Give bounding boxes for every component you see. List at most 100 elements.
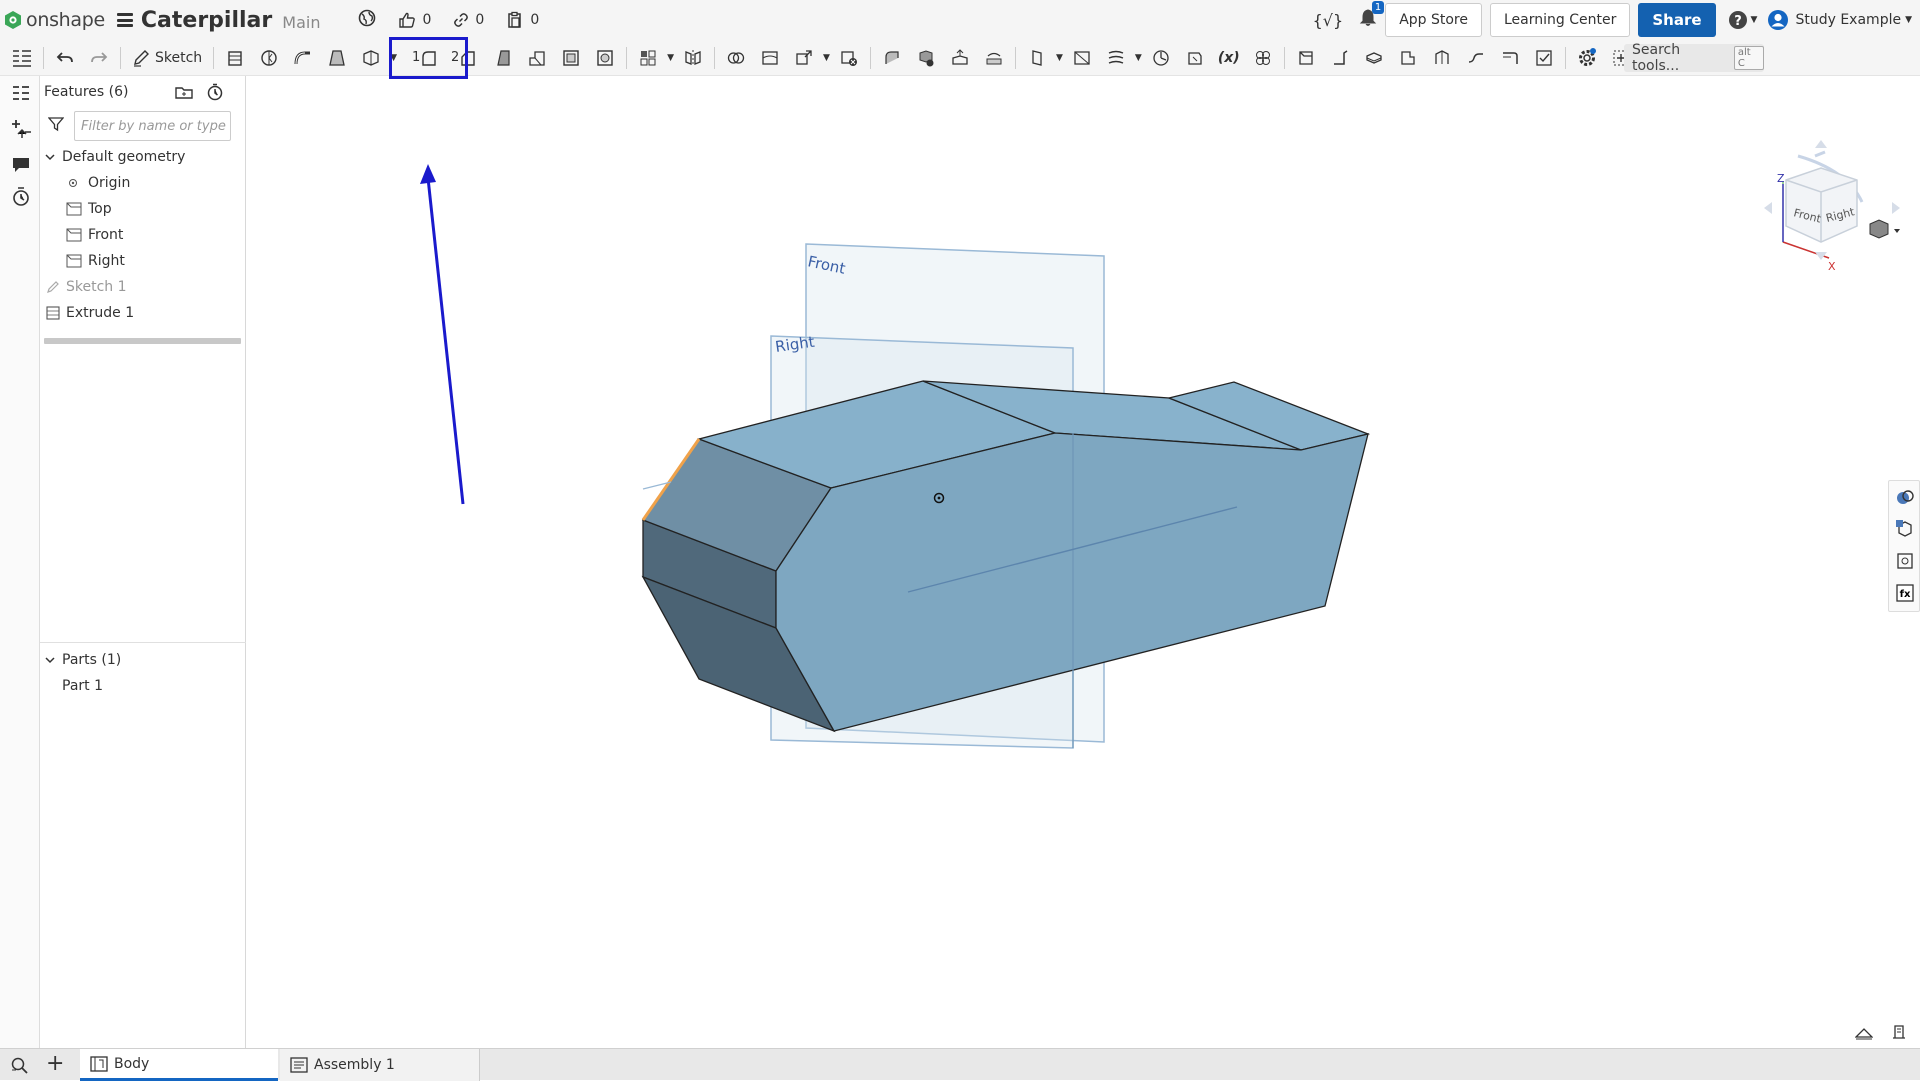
sweep-icon[interactable]	[289, 44, 317, 72]
share-button[interactable]: Share	[1638, 3, 1716, 37]
variables-icon[interactable]: {√}	[1313, 11, 1344, 30]
delete-face-icon[interactable]	[912, 44, 940, 72]
clipboard-icon	[508, 11, 522, 28]
thicken-icon[interactable]	[357, 44, 385, 72]
view-options-icon[interactable]	[1869, 219, 1900, 239]
history-icon[interactable]	[10, 186, 32, 208]
tree-item-extrude-1[interactable]: Extrude 1	[40, 300, 245, 326]
link-icon	[454, 13, 469, 27]
tree-item-part-1[interactable]: Part 1	[40, 673, 246, 699]
chevron-down-icon[interactable]	[44, 654, 56, 666]
sketch-button[interactable]: Sketch	[128, 44, 206, 72]
menu-icon[interactable]	[116, 13, 133, 27]
top-bar: onshape Caterpillar Main 0 0 0 {√} 1 App…	[0, 0, 1920, 40]
transform-icon[interactable]	[790, 44, 818, 72]
rib-icon[interactable]	[523, 44, 551, 72]
mass-properties-icon[interactable]	[1891, 1024, 1907, 1044]
dropdown-chevron-icon[interactable]: ▼	[1056, 53, 1063, 63]
configurations-icon[interactable]	[1895, 551, 1915, 575]
user-menu[interactable]: Study Example ▼	[1767, 9, 1912, 31]
tree-item-sketch-1[interactable]: Sketch 1	[40, 274, 245, 300]
corner-icon[interactable]	[1462, 44, 1490, 72]
default-geometry-group[interactable]: Default geometry	[40, 144, 245, 170]
feature-tree-icon[interactable]	[10, 84, 32, 106]
links[interactable]: 0	[453, 12, 484, 28]
tree-item-right[interactable]: Right	[40, 248, 245, 274]
tree-item-top[interactable]: Top	[40, 196, 245, 222]
feature-list-icon[interactable]	[8, 44, 36, 72]
flat-view-icon[interactable]	[1530, 44, 1558, 72]
parts-list-icon[interactable]	[1895, 519, 1915, 543]
replace-face-icon[interactable]	[980, 44, 1008, 72]
tab-manager-icon[interactable]	[10, 1056, 30, 1078]
tab-assembly-1[interactable]: Assembly 1	[280, 1049, 480, 1081]
axis-x-label: X	[1828, 260, 1836, 273]
onshape-logo[interactable]: onshape	[4, 9, 105, 31]
filter-icon[interactable]	[47, 116, 65, 136]
rollback-bar[interactable]	[44, 338, 241, 344]
relief-icon[interactable]	[1496, 44, 1524, 72]
rollback-timer-icon[interactable]	[206, 83, 224, 105]
modify-fillet-icon[interactable]	[878, 44, 906, 72]
search-tools-input[interactable]: Search tools... alt C	[1624, 42, 1764, 74]
pattern-icon[interactable]	[634, 44, 662, 72]
filter-input[interactable]: Filter by name or type	[74, 111, 231, 141]
mirror-icon[interactable]	[679, 44, 707, 72]
dropdown-chevron-icon[interactable]: ▼	[667, 53, 674, 63]
bend-icon[interactable]	[1428, 44, 1456, 72]
flange-icon[interactable]	[1326, 44, 1354, 72]
boolean-icon[interactable]	[722, 44, 750, 72]
app-store-button[interactable]: App Store	[1385, 3, 1482, 37]
sheet-metal-icon[interactable]	[1292, 44, 1320, 72]
helix-icon[interactable]	[1147, 44, 1175, 72]
graphics-viewport[interactable]: Front Right Front Right Z X	[247, 76, 1920, 1048]
move-face-icon[interactable]	[946, 44, 974, 72]
dropdown-chevron-icon[interactable]: ▼	[1135, 53, 1142, 63]
mate-connector-icon[interactable]	[1068, 44, 1096, 72]
undo-icon[interactable]	[51, 44, 79, 72]
copies[interactable]: 0	[506, 11, 539, 29]
redo-icon[interactable]	[85, 44, 113, 72]
tree-item-front[interactable]: Front	[40, 222, 245, 248]
curves-icon[interactable]	[1102, 44, 1130, 72]
add-tab-button[interactable]: +	[46, 1053, 64, 1075]
split-icon[interactable]	[756, 44, 784, 72]
add-folder-icon[interactable]	[174, 84, 194, 104]
comments-icon[interactable]	[10, 154, 32, 176]
axis-z-label: Z	[1777, 172, 1785, 185]
wrap-icon[interactable]	[1181, 44, 1209, 72]
notifications[interactable]: 1	[1359, 1, 1385, 32]
hole-icon[interactable]	[591, 44, 619, 72]
branch-name[interactable]: Main	[282, 13, 320, 32]
tab-label: Body	[114, 1055, 150, 1072]
model-canvas[interactable]: Front Right Front Right Z X	[247, 76, 1920, 1048]
likes[interactable]: 0	[398, 11, 431, 29]
tab-body[interactable]: Body	[80, 1049, 278, 1081]
tree-item-origin[interactable]: Origin	[40, 170, 245, 196]
parts-group[interactable]: Parts (1)	[40, 647, 246, 673]
delete-part-icon[interactable]	[835, 44, 863, 72]
extrude-icon	[46, 306, 60, 320]
globe-icon[interactable]	[358, 9, 376, 31]
appearance-icon[interactable]	[1895, 487, 1915, 511]
measure-icon[interactable]	[1854, 1025, 1874, 1044]
help-icon[interactable]: ? ▼	[1728, 10, 1757, 30]
document-title[interactable]: Caterpillar	[141, 8, 272, 33]
extrude-icon[interactable]	[221, 44, 249, 72]
chevron-down-icon[interactable]	[44, 151, 56, 163]
shell-icon[interactable]	[557, 44, 585, 72]
add-feature-icon[interactable]	[10, 118, 32, 140]
plane-icon[interactable]	[1023, 44, 1051, 72]
loft-icon[interactable]	[323, 44, 351, 72]
view-cube[interactable]: Front Right Z X	[1764, 140, 1900, 273]
hem-icon[interactable]	[1360, 44, 1388, 72]
composite-part-icon[interactable]	[1249, 44, 1277, 72]
variable-icon[interactable]: (x)	[1215, 44, 1243, 72]
learning-center-button[interactable]: Learning Center	[1490, 3, 1631, 37]
settings-gear-icon[interactable]	[1573, 44, 1601, 72]
draft-icon[interactable]	[489, 44, 517, 72]
dropdown-chevron-icon[interactable]: ▼	[823, 53, 830, 63]
revolve-icon[interactable]	[255, 44, 283, 72]
tab-icon[interactable]	[1394, 44, 1422, 72]
custom-table-icon[interactable]: fx	[1895, 583, 1915, 607]
